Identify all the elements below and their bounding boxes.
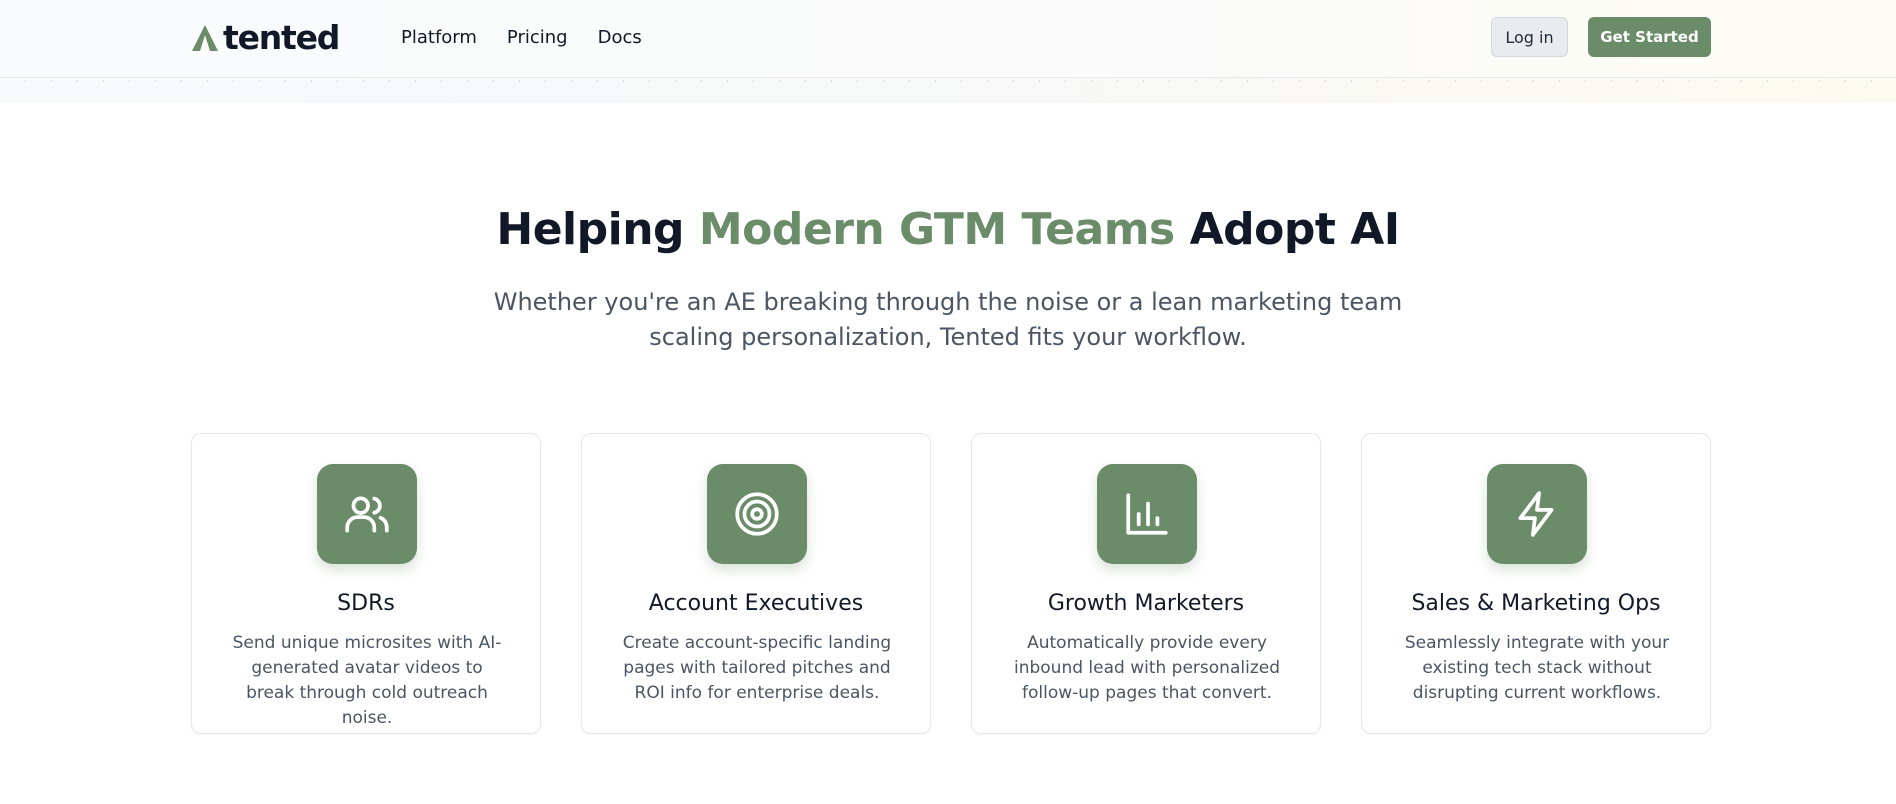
hero-title-tail: Adopt AI — [1174, 204, 1401, 255]
users-icon — [317, 464, 417, 564]
card-title: SDRs — [337, 591, 395, 616]
card-sales-marketing-ops: Sales & Marketing Ops Seamlessly integra… — [1361, 433, 1711, 734]
navbar: tented Platform Pricing Docs Log in Get … — [0, 0, 1896, 78]
main-nav: Platform Pricing Docs — [401, 26, 642, 50]
hero-subtitle: Whether you're an AE breaking through th… — [493, 288, 1403, 351]
nav-item-platform[interactable]: Platform — [401, 26, 477, 50]
nav-item-docs[interactable]: Docs — [598, 26, 642, 50]
logo[interactable]: tented — [190, 18, 340, 57]
card-description: Automatically provide every inbound lead… — [1013, 633, 1280, 703]
brand-name: tented — [223, 18, 340, 57]
card-growth-marketers: Growth Marketers Automatically provide e… — [971, 433, 1321, 734]
nav-item-pricing[interactable]: Pricing — [507, 26, 568, 50]
card-description: Create account-specific landing pages wi… — [622, 633, 892, 703]
hero-title: Helping Modern GTM Teams Adopt AI — [0, 200, 1896, 260]
lightning-icon — [1487, 464, 1587, 564]
bar-chart-icon — [1097, 464, 1197, 564]
card-sdrs: SDRs Send unique microsites with AI-gene… — [191, 433, 541, 734]
card-account-executives: Account Executives Create account-specif… — [581, 433, 931, 734]
get-started-button[interactable]: Get Started — [1588, 17, 1711, 57]
decorative-tick-strip — [0, 78, 1896, 103]
login-button[interactable]: Log in — [1491, 17, 1568, 57]
audience-cards: SDRs Send unique microsites with AI-gene… — [191, 433, 1711, 734]
card-title: Growth Marketers — [1047, 591, 1245, 616]
target-icon — [707, 464, 807, 564]
card-description: Seamlessly integrate with your existing … — [1404, 633, 1670, 703]
card-description: Send unique microsites with AI-generated… — [232, 633, 502, 728]
tent-logo-icon — [192, 25, 218, 51]
site-header: tented Platform Pricing Docs Log in Get … — [0, 0, 1896, 103]
hero-title-lead: Helping — [496, 204, 699, 255]
card-title: Sales & Marketing Ops — [1411, 591, 1661, 616]
hero-title-accent: Modern GTM Teams — [698, 204, 1175, 255]
card-title: Account Executives — [648, 591, 864, 616]
